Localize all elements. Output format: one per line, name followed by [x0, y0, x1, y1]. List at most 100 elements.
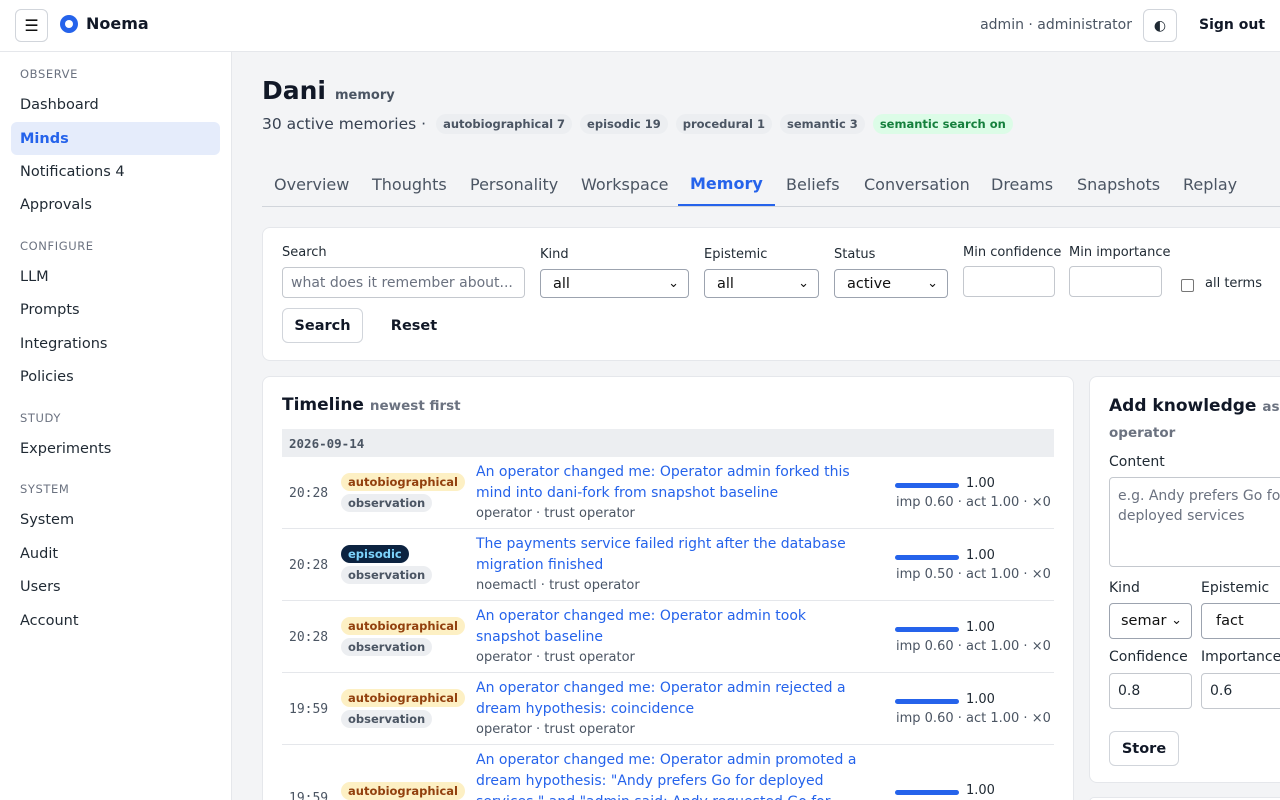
add-epistemic-label: Epistemic [1201, 580, 1270, 596]
memory-row[interactable]: 19:59 autobiographical observation An op… [282, 673, 1054, 745]
memory-source: operator · trust operator [476, 650, 635, 665]
menu-icon[interactable]: ☰ [15, 9, 48, 42]
all-terms-label: all terms [1205, 276, 1262, 291]
epistemic-select-value: all [717, 275, 734, 292]
reset-button[interactable]: Reset [375, 308, 453, 343]
sidebar-item-account[interactable]: Account [11, 604, 220, 637]
status-select[interactable]: active ⌄ [834, 269, 948, 298]
store-button[interactable]: Store [1109, 731, 1179, 766]
confidence-value: 1.00 [966, 548, 995, 563]
add-knowledge-form: Add knowledge as operator Content e.g. A… [1089, 376, 1280, 783]
all-terms-checkbox[interactable] [1181, 279, 1194, 292]
add-knowledge-title-text: Add knowledge [1109, 396, 1257, 416]
active-memory-count: 30 active memories · [262, 115, 427, 133]
sign-out-button[interactable]: Sign out [1199, 17, 1265, 33]
kind-count-badge: episodic 19 [580, 114, 668, 134]
sidebar-item-approvals[interactable]: Approvals [11, 188, 220, 221]
nav-section-configure: CONFIGURE [20, 239, 94, 253]
memory-time: 20:28 [289, 630, 329, 645]
timeline-sort-order: newest first [369, 398, 461, 414]
confidence-bar [895, 790, 959, 795]
sidebar-item-policies[interactable]: Policies [11, 360, 220, 393]
brand[interactable]: Noema [60, 14, 149, 33]
current-user: admin · administrator [980, 17, 1132, 33]
tab-memory[interactable]: Memory [678, 163, 775, 206]
min-importance-label: Min importance [1069, 245, 1171, 260]
epistemic-select[interactable]: all ⌄ [704, 269, 819, 298]
tab-snapshots[interactable]: Snapshots [1065, 163, 1172, 206]
confidence-input[interactable]: 0.8 [1109, 673, 1192, 709]
kind-count-badge: autobiographical 7 [436, 114, 573, 134]
confidence-bar [895, 483, 959, 488]
sidebar-item-minds[interactable]: Minds [11, 122, 220, 155]
memory-row[interactable]: 20:28 episodic observation The payments … [282, 529, 1054, 601]
memory-stats: imp 0.60 · act 1.00 · ×0 [896, 495, 1051, 510]
kind-label: Kind [540, 247, 569, 262]
tab-beliefs[interactable]: Beliefs [774, 163, 852, 206]
memory-timeline: Timeline newest first 2026-09-14 20:28 a… [262, 376, 1074, 800]
mind-tabs: Overview Thoughts Personality Workspace … [262, 163, 1280, 207]
search-button[interactable]: Search [282, 308, 363, 343]
memory-kind-badge: autobiographical [341, 473, 465, 491]
memory-row[interactable]: 20:28 autobiographical observation An op… [282, 457, 1054, 529]
sidebar-item-users[interactable]: Users [11, 570, 220, 603]
confidence-bar [895, 699, 959, 704]
sidebar-item-llm[interactable]: LLM [11, 260, 220, 293]
memory-filter-form: Search what does it remember about... Ki… [262, 227, 1280, 361]
memory-epistemic-badge: observation [341, 494, 433, 512]
min-importance-input[interactable] [1069, 266, 1162, 297]
memory-stats: imp 0.60 · act 1.00 · ×0 [896, 711, 1051, 726]
kind-select[interactable]: all ⌄ [540, 269, 689, 298]
add-epistemic-select[interactable]: fact ⌄ [1201, 603, 1280, 639]
tab-replay[interactable]: Replay [1171, 163, 1249, 206]
memory-content-link[interactable]: The payments service failed right after … [476, 534, 871, 576]
memory-summary: 30 active memories · autobiographical 7 … [262, 114, 1013, 134]
tab-personality[interactable]: Personality [458, 163, 570, 206]
add-epistemic-select-value: fact [1216, 613, 1244, 629]
memory-kind-badge: autobiographical [341, 782, 465, 800]
tab-thoughts[interactable]: Thoughts [360, 163, 459, 206]
status-label: Status [834, 247, 876, 262]
tab-overview[interactable]: Overview [262, 163, 361, 206]
memory-content-link[interactable]: An operator changed me: Operator admin p… [476, 750, 871, 800]
memory-source: noemactl · trust operator [476, 578, 640, 593]
memory-time: 20:28 [289, 558, 329, 573]
memory-kind-badge: episodic [341, 545, 409, 563]
memory-row[interactable]: 20:28 autobiographical observation An op… [282, 601, 1054, 673]
memory-row[interactable]: 19:59 autobiographical An operator chang… [282, 745, 1054, 800]
tab-workspace[interactable]: Workspace [569, 163, 680, 206]
memory-content-link[interactable]: An operator changed me: Operator admin r… [476, 678, 871, 720]
add-kind-select[interactable]: semar ⌄ [1109, 603, 1192, 639]
search-input[interactable]: what does it remember about... [282, 267, 525, 298]
sidebar-item-audit[interactable]: Audit [11, 537, 220, 570]
confidence-value: 1.00 [966, 476, 995, 491]
nav-section-study: STUDY [20, 411, 61, 425]
min-confidence-input[interactable] [963, 266, 1055, 297]
importance-input[interactable]: 0.6 [1201, 673, 1280, 709]
sidebar-item-notifications[interactable]: Notifications 4 [11, 155, 220, 188]
sidebar-item-integrations[interactable]: Integrations [11, 327, 220, 360]
status-select-value: active [847, 275, 892, 292]
timeline-date-header: 2026-09-14 [282, 429, 1054, 457]
sidebar-item-prompts[interactable]: Prompts [11, 293, 220, 326]
timeline-title-text: Timeline [282, 395, 364, 415]
tab-dreams[interactable]: Dreams [979, 163, 1065, 206]
content-textarea[interactable]: e.g. Andy prefers Go for deployed servic… [1109, 477, 1280, 567]
kind-label: Kind [1109, 580, 1140, 596]
sidebar-item-experiments[interactable]: Experiments [11, 432, 220, 465]
tab-conversation[interactable]: Conversation [852, 163, 982, 206]
memory-content-link[interactable]: An operator changed me: Operator admin t… [476, 606, 871, 648]
memory-source: operator · trust operator [476, 722, 635, 737]
mind-name: Dani [262, 76, 326, 105]
memory-time: 19:59 [289, 702, 329, 717]
memory-stats: imp 0.50 · act 1.00 · ×0 [896, 567, 1051, 582]
confidence-bar [895, 627, 959, 632]
memory-content-link[interactable]: An operator changed me: Operator admin f… [476, 462, 871, 504]
sidebar-item-dashboard[interactable]: Dashboard [11, 88, 220, 121]
brand-logo-icon [60, 14, 78, 33]
confidence-value: 1.00 [966, 620, 995, 635]
sidebar-item-system[interactable]: System [11, 503, 220, 536]
chevron-down-icon: ⌄ [1171, 613, 1182, 628]
theme-toggle-icon[interactable]: ◐ [1143, 9, 1177, 42]
kind-select-value: all [553, 275, 570, 292]
